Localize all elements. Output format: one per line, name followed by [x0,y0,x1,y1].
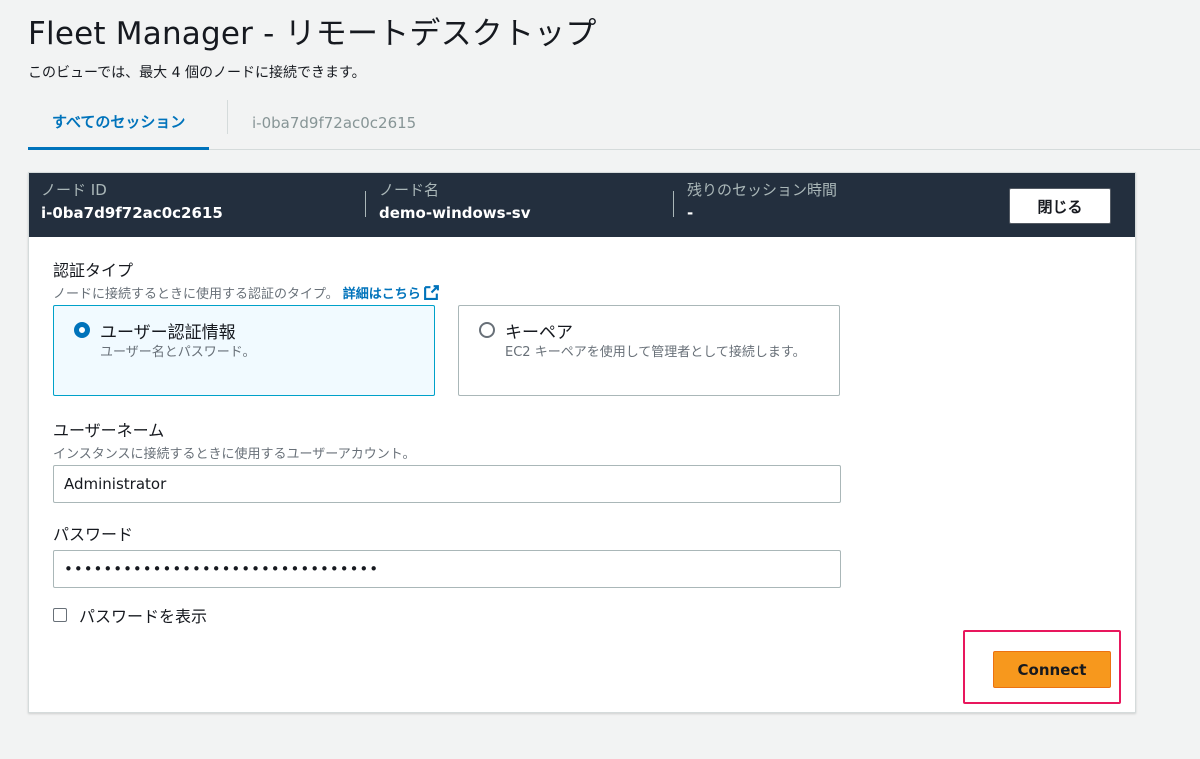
header-divider [365,191,366,217]
auth-option-description: ユーザー名とパスワード。 [100,345,256,360]
show-password-label[interactable]: パスワードを表示 [79,603,207,627]
node-name-value: demo-windows-sv [379,204,531,222]
password-input[interactable] [53,550,841,588]
tab-all-sessions[interactable]: すべてのセッション [28,96,210,150]
radio-user-credentials[interactable] [74,322,90,338]
auth-option-title: ユーザー認証情報 [100,323,236,343]
session-header: ノード ID i-0ba7d9f72ac0c2615 ノード名 demo-win… [29,173,1135,237]
node-id-label: ノード ID [41,181,107,199]
learn-more-link[interactable]: 詳細はこちら [343,285,440,302]
tab-instance-session[interactable]: i-0ba7d9f72ac0c2615 [228,96,440,150]
header-divider [673,191,674,217]
node-id-value: i-0ba7d9f72ac0c2615 [41,204,223,222]
learn-more-link-text[interactable]: 詳細はこちら [343,287,421,302]
username-description: インスタンスに接続するときに使用するユーザーアカウント。 [53,447,416,462]
username-label: ユーザーネーム [53,421,165,440]
node-name-column: ノード名 demo-windows-sv [379,179,531,222]
auth-option-key-pair[interactable]: キーペア EC2 キーペアを使用して管理者として接続します。 [458,305,840,396]
node-name-label: ノード名 [379,181,440,199]
radio-key-pair[interactable] [479,322,495,338]
auth-type-help-text: ノードに接続するときに使用する認証のタイプ。 [53,287,339,302]
page-subtitle: このビューでは、最大 4 個のノードに接続できます。 [28,65,366,81]
session-tabs: すべてのセッション i-0ba7d9f72ac0c2615 [28,96,1200,150]
external-link-icon [423,285,439,300]
remaining-time-label: 残りのセッション時間 [687,181,838,199]
auth-option-user-credentials[interactable]: ユーザー認証情報 ユーザー名とパスワード。 [53,305,435,396]
node-id-column: ノード ID i-0ba7d9f72ac0c2615 [41,179,223,222]
auth-option-description: EC2 キーペアを使用して管理者として接続します。 [505,345,806,360]
auth-type-description: ノードに接続するときに使用する認証のタイプ。 詳細はこちら [53,283,440,302]
page-title: Fleet Manager - リモートデスクトップ [28,16,597,52]
auth-option-title: キーペア [505,323,573,343]
show-password-checkbox[interactable] [53,608,67,622]
auth-type-label: 認証タイプ [53,261,134,280]
username-input[interactable] [53,465,841,503]
remaining-time-value: - [687,204,694,222]
show-password-row[interactable]: パスワードを表示 [53,603,207,627]
password-label: パスワード [53,525,134,544]
close-session-button[interactable]: 閉じる [1009,188,1111,224]
remaining-time-column: 残りのセッション時間 - [687,179,837,222]
connect-button[interactable]: Connect [993,651,1111,688]
